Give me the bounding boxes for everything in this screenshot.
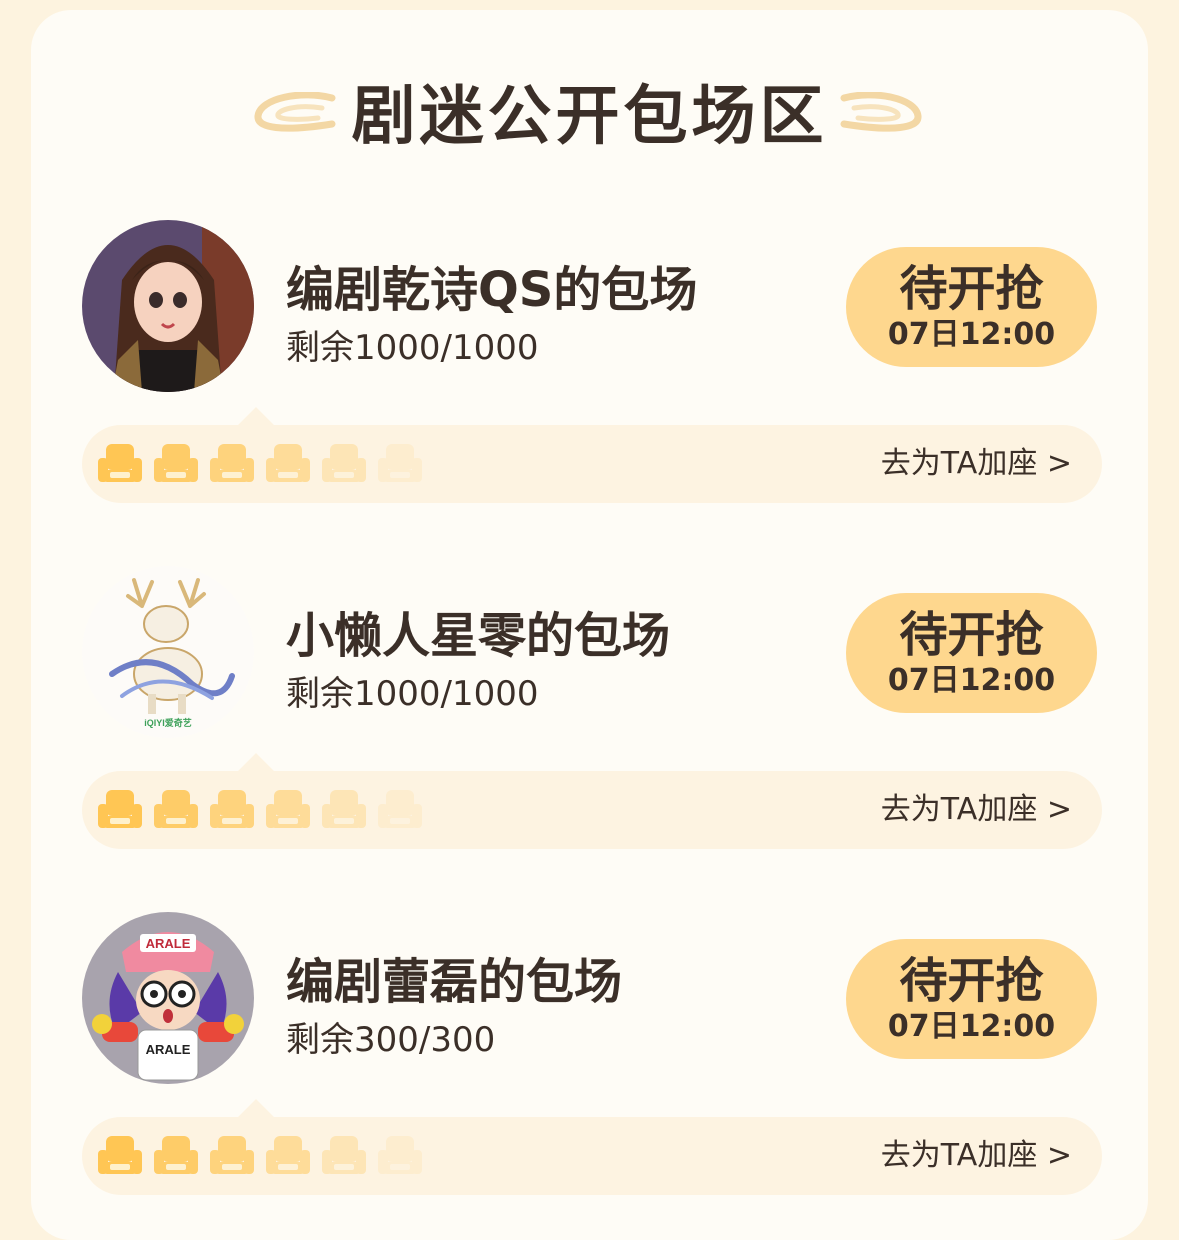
pointer-arrow (238, 1099, 274, 1117)
host-avatar[interactable] (82, 220, 254, 392)
grab-button-time: 07日12:00 (887, 317, 1056, 352)
seat-icon (266, 1136, 310, 1174)
grab-button[interactable]: 待开抢 07日12:00 (846, 593, 1097, 713)
screening-entry: ARALE ARALE 编剧蕾磊的包场 剩余300/300 待开抢 07日12:… (0, 912, 1179, 1212)
seat-icon (210, 444, 254, 482)
pointer-arrow (238, 407, 274, 425)
iqiyi-badge-text: iQIYI爱奇艺 (144, 717, 192, 728)
add-seat-link[interactable]: 去为TA加座 > (881, 771, 1072, 849)
seat-icon (154, 444, 198, 482)
remaining-count: 剩余1000/1000 (286, 674, 539, 714)
seat-icon (266, 444, 310, 482)
seat-icon (154, 790, 198, 828)
host-avatar[interactable]: ARALE ARALE (82, 912, 254, 1084)
grab-button-label: 待开抢 (899, 607, 1044, 663)
page-title: 剧迷公开包场区 (351, 80, 828, 154)
seat-bar: 去为TA加座 > (82, 753, 1102, 849)
add-seat-link[interactable]: 去为TA加座 > (881, 425, 1072, 503)
grab-button-time: 07日12:00 (887, 663, 1056, 698)
screening-entry: 编剧乾诗QS的包场 剩余1000/1000 待开抢 07日12:00 去为TA加… (0, 220, 1179, 520)
grab-button-label: 待开抢 (899, 953, 1044, 1009)
grab-button[interactable]: 待开抢 07日12:00 (846, 939, 1097, 1059)
seat-bar: 去为TA加座 > (82, 1099, 1102, 1195)
seat-icon (322, 444, 366, 482)
seat-row (96, 1134, 424, 1178)
seat-icon (98, 1136, 142, 1174)
host-name: 小懒人星零的包场 (286, 608, 671, 664)
grab-button-time: 07日12:00 (887, 1009, 1056, 1044)
remaining-count: 剩余300/300 (286, 1020, 496, 1060)
seat-icon (378, 790, 422, 828)
seat-icon (378, 1136, 422, 1174)
section-header: 剧迷公开包场区 (0, 62, 1179, 172)
screening-entry: iQIYI爱奇艺 小懒人星零的包场 剩余1000/1000 待开抢 07日12:… (0, 566, 1179, 866)
seat-icon (378, 444, 422, 482)
seat-bar: 去为TA加座 > (82, 407, 1102, 503)
girl-avatar-icon (82, 220, 254, 392)
deer-avatar-icon: iQIYI爱奇艺 (82, 566, 254, 738)
seat-icon (154, 1136, 198, 1174)
grab-button[interactable]: 待开抢 07日12:00 (846, 247, 1097, 367)
pointer-arrow (238, 753, 274, 771)
arale-avatar-icon: ARALE ARALE (82, 912, 254, 1084)
seat-icon (322, 1136, 366, 1174)
host-name: 编剧乾诗QS的包场 (286, 262, 698, 318)
seat-icon (322, 790, 366, 828)
seat-row (96, 788, 424, 832)
seat-row (96, 442, 424, 486)
seat-icon (210, 790, 254, 828)
host-name: 编剧蕾磊的包场 (286, 954, 623, 1010)
arale-cap-text: ARALE (146, 936, 191, 951)
seat-icon (98, 790, 142, 828)
swirl-right-icon (840, 92, 922, 132)
seat-icon (210, 1136, 254, 1174)
grab-button-label: 待开抢 (899, 261, 1044, 317)
add-seat-link[interactable]: 去为TA加座 > (881, 1117, 1072, 1195)
seat-icon (98, 444, 142, 482)
host-avatar[interactable]: iQIYI爱奇艺 (82, 566, 254, 738)
arale-shirt-text: ARALE (146, 1042, 191, 1057)
seat-icon (266, 790, 310, 828)
remaining-count: 剩余1000/1000 (286, 328, 539, 368)
